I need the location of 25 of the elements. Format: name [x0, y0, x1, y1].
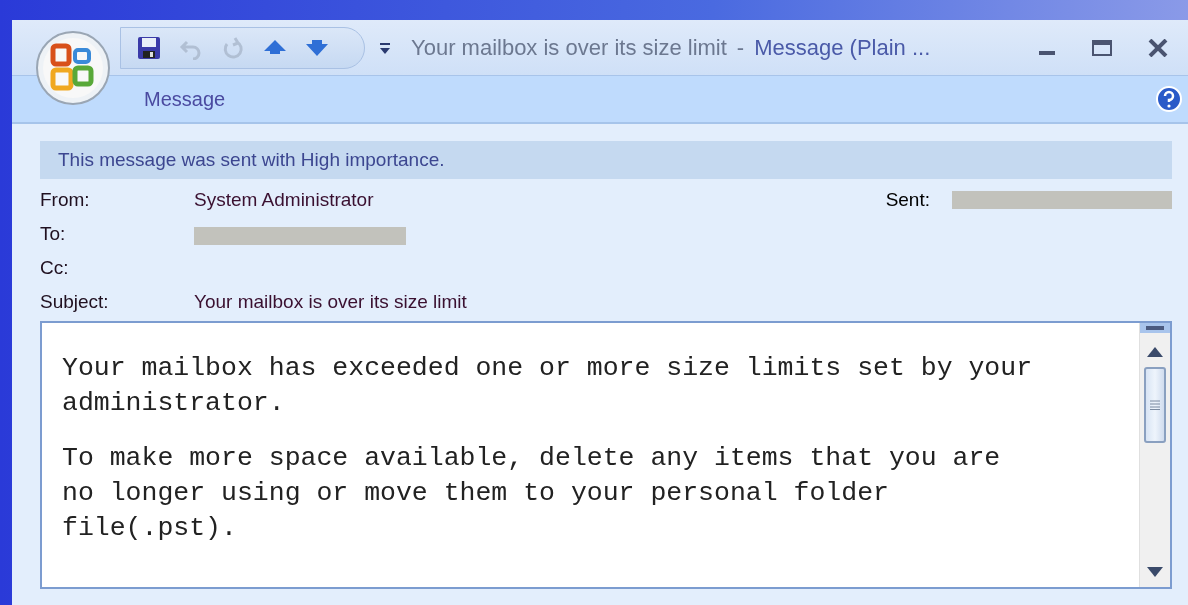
- field-label: To:: [40, 222, 67, 246]
- field-label: From:: [40, 188, 91, 212]
- body-paragraph: To make more space available, delete any items that you are no longer using or move them to your personal folder file(.pst).: [62, 442, 1002, 545]
- title-separator: -: [736, 34, 745, 61]
- grip-icon: [1150, 400, 1160, 410]
- scroll-down-icon[interactable]: [1147, 567, 1163, 577]
- body-paragraph: Your mailbox has exceeded one or more size limits set by your administrator.: [62, 352, 1034, 420]
- customize-caret-icon[interactable]: [379, 40, 391, 55]
- field-label: Sent:: [885, 189, 930, 211]
- help-icon[interactable]: [1156, 86, 1182, 112]
- window-app-name: Message (Plain ...: [754, 34, 931, 61]
- field-value: System Administrator: [194, 189, 374, 211]
- split-handle-icon[interactable]: [1146, 326, 1164, 330]
- window-title: Your mailbox is over its size limit: [411, 34, 727, 61]
- close-icon[interactable]: [1148, 38, 1168, 57]
- maximize-icon[interactable]: [1092, 38, 1112, 57]
- scroll-up-icon[interactable]: [1147, 347, 1163, 357]
- scroll-thumb[interactable]: [1144, 367, 1166, 443]
- ribbon-tab[interactable]: Message: [144, 87, 226, 111]
- field-label: Cc:: [40, 256, 70, 280]
- scrollbar[interactable]: [1139, 323, 1170, 587]
- importance-infobar: This message was sent with High importance.: [40, 141, 1172, 179]
- field-label: Subject:: [40, 290, 110, 314]
- field-value: Your mailbox is over its size limit: [194, 291, 467, 313]
- office-button[interactable]: [35, 30, 111, 106]
